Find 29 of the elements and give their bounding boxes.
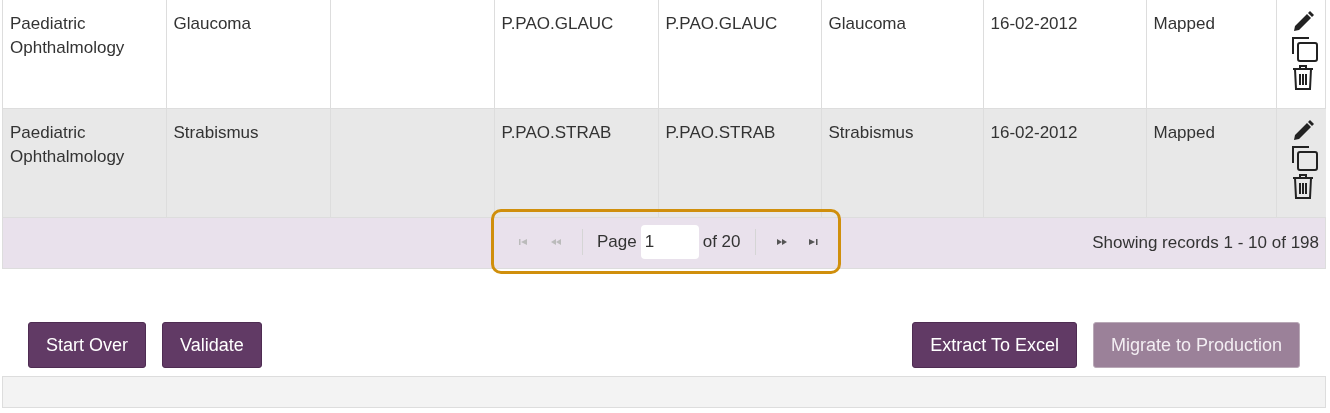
copy-icon[interactable] — [1290, 36, 1319, 62]
action-button[interactable]: Extract To Excel — [912, 322, 1077, 368]
table-cell: Paediatric Ophthalmology — [10, 14, 125, 57]
action-button[interactable]: Start Over — [28, 322, 147, 368]
table-cell: Strabismus — [828, 123, 914, 142]
page-count: of 20 — [701, 231, 742, 252]
trash-icon[interactable] — [1290, 64, 1315, 90]
page-label: Page — [596, 231, 638, 252]
trash-icon[interactable] — [1290, 173, 1315, 199]
table-cell: Glaucoma — [173, 14, 251, 33]
first-page-icon — [518, 236, 530, 247]
table-cell: P.PAO.STRAB — [665, 123, 776, 142]
table-cell: Mapped — [1153, 123, 1215, 142]
table-cell: P.PAO.GLAUC — [501, 14, 614, 33]
table-cell: 16-02-2012 — [990, 123, 1078, 142]
table-cell: Glaucoma — [828, 14, 906, 33]
prev-page-icon — [550, 236, 562, 247]
table-cell: 16-02-2012 — [990, 14, 1078, 33]
records-count: Showing records 1 - 10 of 198 — [1092, 233, 1320, 253]
table-cell: P.PAO.GLAUC — [665, 14, 778, 33]
copy-icon[interactable] — [1290, 145, 1319, 171]
action-button[interactable]: Validate — [162, 322, 262, 368]
table-cell: Mapped — [1153, 14, 1215, 33]
table-cell: Paediatric Ophthalmology — [10, 123, 125, 166]
page-input[interactable]: 1 — [640, 224, 699, 259]
table-cell: P.PAO.STRAB — [501, 123, 612, 142]
next-page-icon — [775, 236, 788, 247]
table-cell: Strabismus — [173, 123, 259, 142]
last-page-icon — [807, 236, 820, 247]
